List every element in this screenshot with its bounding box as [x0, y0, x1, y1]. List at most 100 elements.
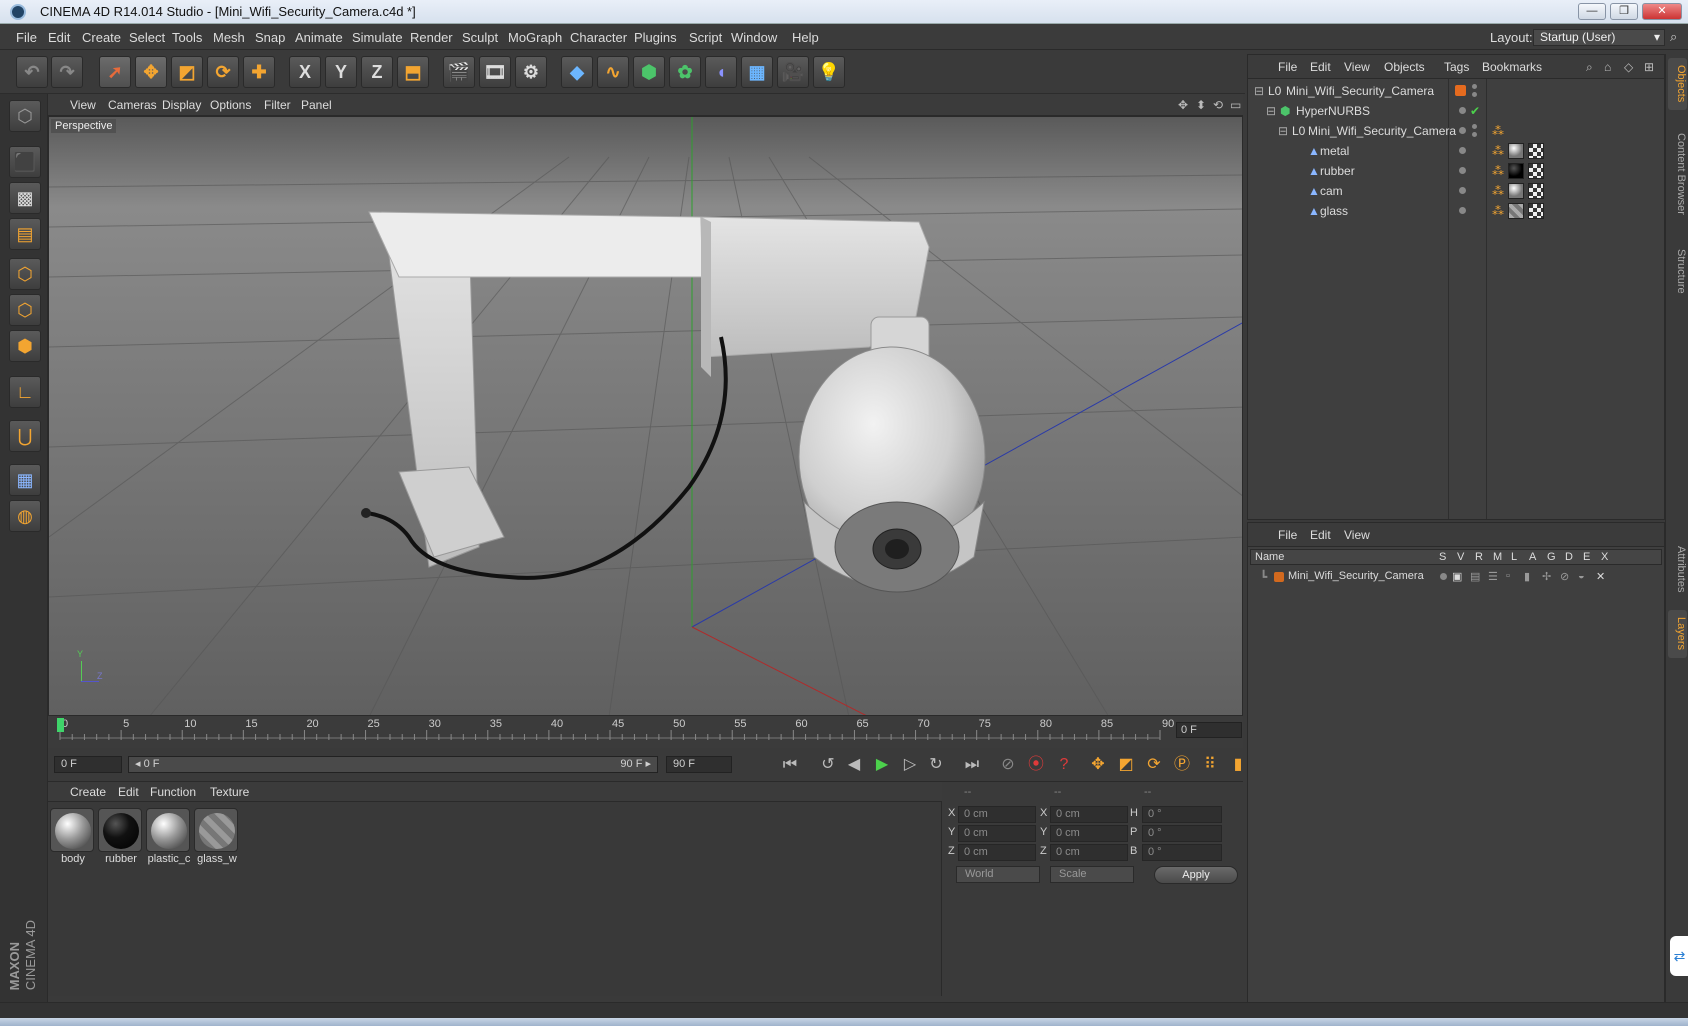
phong-tag-icon[interactable]: ⁂: [1492, 164, 1504, 178]
obj-menu-view[interactable]: View: [1344, 60, 1370, 74]
lock-icon[interactable]: ▫: [1506, 570, 1510, 582]
col-x[interactable]: X: [1601, 551, 1608, 563]
timeline[interactable]: 0 5 10 15 20 25 30 35 40 45 50 55 60 65 70 75 80 85 90 0 F: [48, 716, 1243, 748]
menu-render[interactable]: Render: [410, 30, 453, 45]
vp-menu-filter[interactable]: Filter: [264, 98, 291, 112]
vp-menu-panel[interactable]: Panel: [301, 98, 332, 112]
size-z-field[interactable]: 0 cm: [1050, 844, 1128, 861]
material-swatch[interactable]: rubber: [98, 808, 144, 865]
rotation-h-field[interactable]: 0 °: [1142, 806, 1222, 823]
layer-menu-view[interactable]: View: [1344, 528, 1370, 542]
menu-create[interactable]: Create: [82, 30, 121, 45]
pan-icon[interactable]: ✥: [1178, 98, 1188, 112]
new-panel-icon[interactable]: ⊞: [1644, 60, 1654, 74]
visible-editor-icon[interactable]: ▣: [1452, 570, 1462, 583]
end-frame-field[interactable]: 90 F: [666, 756, 732, 773]
redo-icon[interactable]: ↷: [51, 56, 83, 88]
object-row[interactable]: ▲ metal ⁂: [1248, 141, 1664, 161]
rotation-p-field[interactable]: 0 °: [1142, 825, 1222, 842]
current-frame-field[interactable]: 0 F: [1176, 722, 1242, 738]
material-swatch[interactable]: body: [50, 808, 96, 865]
menu-edit[interactable]: Edit: [48, 30, 70, 45]
material-tag-icon[interactable]: [1508, 203, 1524, 219]
phong-tag-icon[interactable]: ⁂: [1492, 204, 1504, 218]
material-swatch[interactable]: glass_w: [194, 808, 240, 865]
object-row[interactable]: ▲ glass ⁂: [1248, 201, 1664, 221]
mat-menu-create[interactable]: Create: [70, 785, 106, 799]
vp-menu-display[interactable]: Display: [162, 98, 201, 112]
floor-icon[interactable]: ▦: [741, 56, 773, 88]
object-row[interactable]: ▲ cam ⁂: [1248, 181, 1664, 201]
collapse-icon[interactable]: ◇: [1624, 60, 1633, 74]
search-icon[interactable]: ⌕: [1586, 60, 1593, 75]
material-tag-icon[interactable]: [1508, 163, 1524, 179]
go-to-start-icon[interactable]: ⏮: [778, 753, 802, 777]
menu-file[interactable]: File: [16, 30, 37, 45]
nurbs-icon[interactable]: ⬢: [633, 56, 665, 88]
rotate-icon[interactable]: ⟳: [207, 56, 239, 88]
menu-simulate[interactable]: Simulate: [352, 30, 403, 45]
menu-select[interactable]: Select: [129, 30, 165, 45]
previous-frame-icon[interactable]: ◀: [842, 753, 866, 777]
col-s[interactable]: S: [1439, 551, 1446, 563]
scale-icon[interactable]: ◩: [171, 56, 203, 88]
axis-mode-icon[interactable]: ∟: [9, 376, 41, 408]
previous-key-icon[interactable]: ↺: [816, 753, 840, 777]
apply-button[interactable]: Apply: [1154, 866, 1238, 884]
expand-icon[interactable]: ⊟: [1254, 84, 1264, 98]
layer-menu-file[interactable]: File: [1278, 528, 1297, 542]
menu-mesh[interactable]: Mesh: [213, 30, 245, 45]
snap-icon[interactable]: ⋃: [9, 420, 41, 452]
render-icon[interactable]: ▤: [1470, 570, 1480, 583]
deformer-icon[interactable]: ◖: [705, 56, 737, 88]
layer-menu-edit[interactable]: Edit: [1310, 528, 1331, 542]
col-v[interactable]: V: [1457, 551, 1464, 563]
uvw-tag-icon[interactable]: [1528, 143, 1544, 159]
col-name[interactable]: Name: [1255, 551, 1284, 563]
col-a[interactable]: A: [1529, 551, 1536, 563]
autokey-icon[interactable]: ?: [1052, 753, 1076, 777]
menu-snap[interactable]: Snap: [255, 30, 285, 45]
mat-menu-edit[interactable]: Edit: [118, 785, 139, 799]
animation-icon[interactable]: ▮: [1524, 570, 1530, 583]
object-row[interactable]: ▲ rubber ⁂: [1248, 161, 1664, 181]
key-scale-icon[interactable]: ◩: [1114, 753, 1138, 777]
menu-sculpt[interactable]: Sculpt: [462, 30, 498, 45]
live-selection-icon[interactable]: ➚: [99, 56, 131, 88]
key-param-icon[interactable]: Ⓟ: [1170, 753, 1194, 777]
orbit-icon[interactable]: ⟲: [1213, 98, 1223, 112]
enabled-check-icon[interactable]: ✔: [1470, 104, 1480, 118]
uvw-tag-icon[interactable]: [1528, 203, 1544, 219]
restore-button[interactable]: ❐: [1610, 3, 1638, 20]
key-move-icon[interactable]: ✥: [1086, 753, 1110, 777]
menu-script[interactable]: Script: [689, 30, 722, 45]
minimize-button[interactable]: —: [1578, 3, 1606, 20]
manager-icon[interactable]: ☰: [1488, 570, 1498, 583]
texture-mode-icon[interactable]: ▩: [9, 182, 41, 214]
menu-mograph[interactable]: MoGraph: [508, 30, 562, 45]
size-y-field[interactable]: 0 cm: [1050, 825, 1128, 842]
object-row[interactable]: ⊟ L0 Mini_Wifi_Security_Camera: [1248, 81, 1664, 101]
coordinate-space-select[interactable]: World: [956, 866, 1040, 883]
zoom-icon[interactable]: ⬍: [1196, 98, 1206, 112]
material-tag-icon[interactable]: [1508, 183, 1524, 199]
phong-tag-icon[interactable]: ⁂: [1492, 144, 1504, 158]
home-icon[interactable]: ⌂: [1604, 60, 1611, 74]
xref-icon[interactable]: ✕: [1596, 570, 1605, 583]
render-settings-icon[interactable]: ⚙: [515, 56, 547, 88]
edges-mode-icon[interactable]: ⬡: [9, 294, 41, 326]
tab-layers[interactable]: Layers: [1668, 610, 1687, 658]
sculpt-icon[interactable]: ◍: [9, 500, 41, 532]
material-swatch[interactable]: plastic_c: [146, 808, 192, 865]
cube-icon[interactable]: ◆: [561, 56, 593, 88]
polygons-mode-icon[interactable]: ⬢: [9, 330, 41, 362]
tab-structure[interactable]: Structure: [1668, 240, 1687, 302]
col-r[interactable]: R: [1475, 551, 1483, 563]
obj-menu-edit[interactable]: Edit: [1310, 60, 1331, 74]
size-x-field[interactable]: 0 cm: [1050, 806, 1128, 823]
vp-menu-view[interactable]: View: [70, 98, 96, 112]
mat-menu-function[interactable]: Function: [150, 785, 196, 799]
tab-content-browser[interactable]: Content Browser: [1668, 114, 1687, 234]
y-axis-icon[interactable]: Y: [325, 56, 357, 88]
vp-menu-options[interactable]: Options: [210, 98, 251, 112]
